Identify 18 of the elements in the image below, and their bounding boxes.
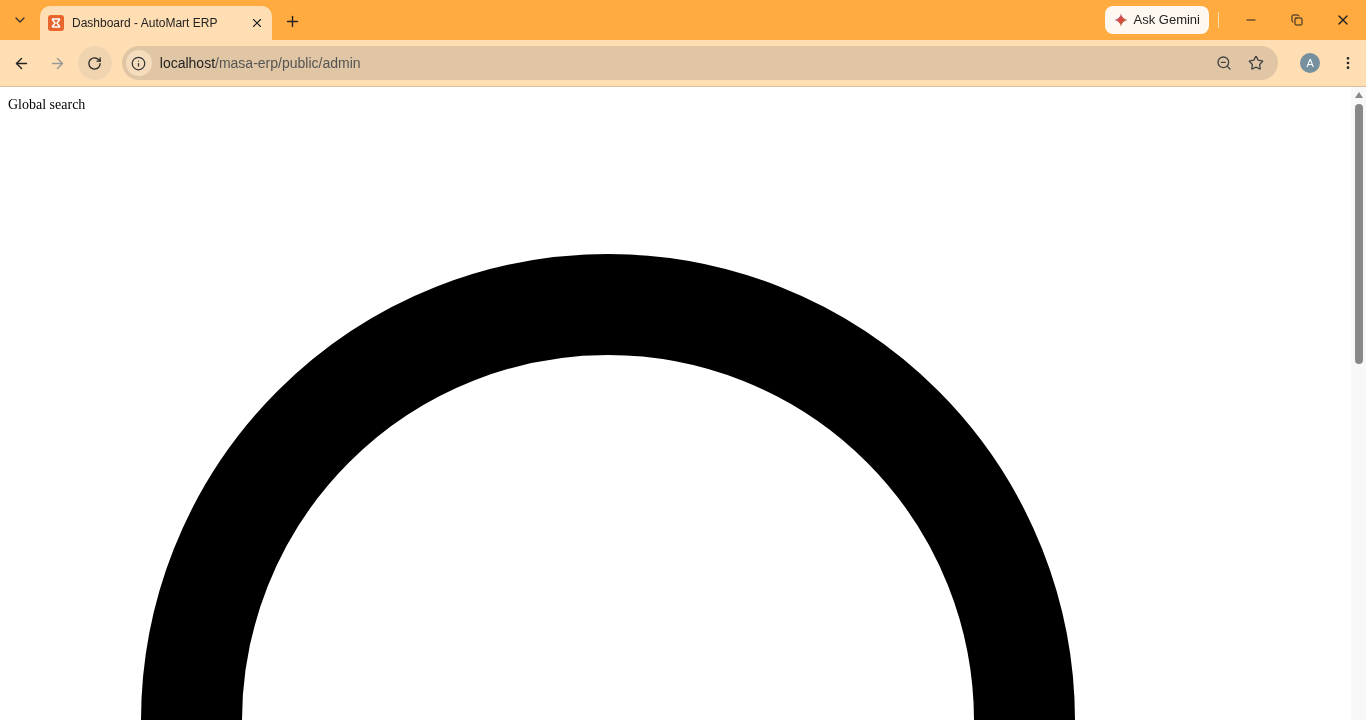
site-info-button[interactable] — [125, 50, 152, 76]
address-bar[interactable]: localhost/masa-erp/public/admin — [121, 46, 1279, 80]
zoom-out-icon[interactable] — [1216, 55, 1233, 71]
reload-button[interactable] — [77, 46, 112, 80]
favicon-icon — [48, 15, 64, 31]
info-icon — [131, 55, 147, 71]
search-icon — [141, 254, 1075, 720]
ask-gemini-button[interactable]: Ask Gemini — [1104, 6, 1209, 34]
page-text: Global search — [8, 96, 86, 114]
sparkle-icon — [1113, 13, 1128, 27]
scrollbar-thumb[interactable] — [1354, 104, 1363, 364]
browser-tab[interactable]: Dashboard - AutoMart ERP — [40, 6, 272, 40]
bookmark-star-icon[interactable] — [1248, 55, 1265, 71]
close-icon[interactable] — [250, 16, 264, 30]
tab-title: Dashboard - AutoMart ERP — [72, 15, 219, 32]
reload-icon — [87, 55, 103, 71]
url-text: localhost/masa-erp/public/admin — [159, 53, 361, 73]
restore-icon — [1291, 14, 1303, 26]
